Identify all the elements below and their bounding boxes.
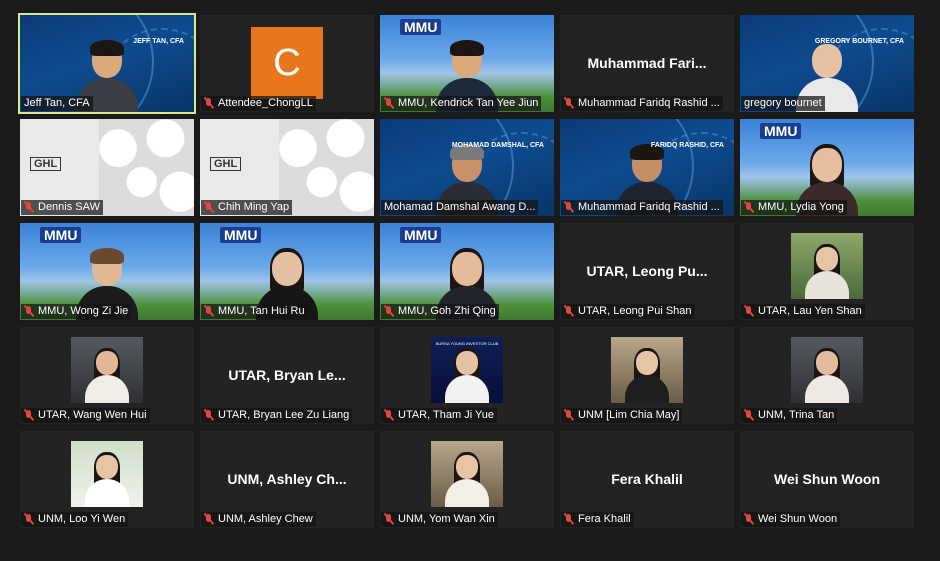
mmu-logo: MMU bbox=[400, 227, 442, 243]
participant-display-name: Fera Khalil bbox=[611, 471, 683, 487]
video-tile-yom-wan-xin[interactable]: UNM, Yom Wan Xin bbox=[380, 431, 554, 528]
mic-muted-icon bbox=[564, 201, 573, 213]
video-tile-trina-tan[interactable]: UNM, Trina Tan bbox=[740, 327, 914, 424]
participant-name-label: Muhammad Faridq Rashid ... bbox=[561, 96, 723, 111]
video-tile-chih-ming-yap[interactable]: GHL Chih Ming Yap bbox=[200, 119, 374, 216]
participant-name-label: UNM, Loo Yi Wen bbox=[21, 512, 129, 527]
participant-name-label: MMU, Kendrick Tan Yee Jiun bbox=[381, 96, 542, 111]
video-tile-loo-yi-wen[interactable]: UNM, Loo Yi Wen bbox=[20, 431, 194, 528]
mic-muted-icon bbox=[204, 305, 213, 317]
participant-name-label: UNM [Lim Chia May] bbox=[561, 408, 683, 423]
participant-name-label: UTAR, Wang Wen Hui bbox=[21, 408, 150, 423]
video-tile-wang-wen-hui[interactable]: UTAR, Wang Wen Hui bbox=[20, 327, 194, 424]
video-tile-lau-yen-shan[interactable]: UTAR, Lau Yen Shan bbox=[740, 223, 914, 320]
mic-muted-icon bbox=[24, 409, 33, 421]
participant-name-label: Attendee_ChongLL bbox=[201, 96, 316, 111]
video-tile-tan-hui-ru[interactable]: MMU MMU, Tan Hui Ru bbox=[200, 223, 374, 320]
gallery-view: JEFF TAN, CFA Jeff Tan, CFA C Attendee_C… bbox=[0, 0, 940, 561]
mic-muted-icon bbox=[24, 201, 33, 213]
participant-name-label: UTAR, Tham Ji Yue bbox=[381, 408, 497, 423]
mic-muted-icon bbox=[24, 513, 33, 525]
participant-display-name: UTAR, Bryan Le... bbox=[228, 367, 346, 383]
mmu-logo: MMU bbox=[400, 19, 442, 35]
mmu-logo: MMU bbox=[40, 227, 82, 243]
profile-photo bbox=[71, 337, 143, 403]
participant-name-label: Fera Khalil bbox=[561, 512, 634, 527]
mic-muted-icon bbox=[564, 409, 573, 421]
mic-muted-icon bbox=[384, 513, 393, 525]
mic-muted-icon bbox=[384, 409, 393, 421]
participant-name-label: Wei Shun Woon bbox=[741, 512, 841, 527]
video-tile-jeff-tan[interactable]: JEFF TAN, CFA Jeff Tan, CFA bbox=[18, 13, 196, 114]
video-tile-wei-shun-woon[interactable]: Wei Shun Woon Wei Shun Woon bbox=[740, 431, 914, 528]
mic-muted-icon bbox=[204, 513, 213, 525]
participant-name-label: UTAR, Lau Yen Shan bbox=[741, 304, 865, 319]
participant-name-label: gregory bournet bbox=[741, 96, 825, 111]
video-tile-tham-ji-yue[interactable]: BURSA YOUNG INVESTOR CLUB UTAR, Tham Ji … bbox=[380, 327, 554, 424]
participant-name-label: Muhammad Faridq Rashid ... bbox=[561, 200, 723, 215]
video-tile-kendrick-tan[interactable]: MMU MMU, Kendrick Tan Yee Jiun bbox=[380, 15, 554, 112]
mic-muted-icon bbox=[384, 97, 393, 109]
participant-name-label: Mohamad Damshal Awang D... bbox=[381, 200, 539, 215]
slide-caption: MOHAMAD DAMSHAL, CFA bbox=[451, 142, 544, 149]
participant-name-label: MMU, Goh Zhi Qing bbox=[381, 304, 499, 319]
video-tile-mohamad-damshal[interactable]: MOHAMAD DAMSHAL, CFA Mohamad Damshal Awa… bbox=[380, 119, 554, 216]
mic-muted-icon bbox=[384, 305, 393, 317]
mic-muted-icon bbox=[564, 513, 573, 525]
video-tile-fera-khalil[interactable]: Fera Khalil Fera Khalil bbox=[560, 431, 734, 528]
participant-name-label: MMU, Tan Hui Ru bbox=[201, 304, 308, 319]
participant-name-label: UNM, Trina Tan bbox=[741, 408, 838, 423]
mic-muted-icon bbox=[744, 513, 753, 525]
participant-display-name: Muhammad Fari... bbox=[587, 55, 707, 71]
participant-name-label: Jeff Tan, CFA bbox=[21, 96, 93, 111]
mic-muted-icon bbox=[744, 201, 753, 213]
video-tile-dennis-saw[interactable]: GHL Dennis SAW bbox=[20, 119, 194, 216]
mic-muted-icon bbox=[204, 97, 213, 109]
video-tile-faridq-2[interactable]: FARIDQ RASHID, CFA Muhammad Faridq Rashi… bbox=[560, 119, 734, 216]
mic-muted-icon bbox=[744, 305, 753, 317]
participant-display-name: UTAR, Leong Pu... bbox=[586, 263, 708, 279]
participant-name-label: UNM, Yom Wan Xin bbox=[381, 512, 498, 527]
ghl-logo: GHL bbox=[210, 157, 242, 171]
video-tile-attendee-chongll[interactable]: C Attendee_ChongLL bbox=[200, 15, 374, 112]
profile-photo bbox=[611, 337, 683, 403]
participant-name-label: UTAR, Bryan Lee Zu Liang bbox=[201, 408, 353, 423]
participant-name-label: MMU, Wong Zi Jie bbox=[21, 304, 132, 319]
participant-display-name: UNM, Ashley Ch... bbox=[227, 471, 347, 487]
slide-caption: GREGORY BOURNET, CFA bbox=[814, 38, 904, 45]
participant-name-label: Dennis SAW bbox=[21, 200, 103, 215]
participant-name-label: UTAR, Leong Pui Shan bbox=[561, 304, 695, 319]
mic-muted-icon bbox=[204, 201, 213, 213]
profile-photo bbox=[71, 441, 143, 507]
slide-caption: FARIDQ RASHID, CFA bbox=[650, 142, 724, 149]
video-tile-lydia-yong[interactable]: MMU MMU, Lydia Yong bbox=[740, 119, 914, 216]
video-tile-bryan-lee[interactable]: UTAR, Bryan Le... UTAR, Bryan Lee Zu Lia… bbox=[200, 327, 374, 424]
participant-name-label: UNM, Ashley Chew bbox=[201, 512, 316, 527]
video-tile-gregory-bournet[interactable]: GREGORY BOURNET, CFA gregory bournet bbox=[740, 15, 914, 112]
mic-muted-icon bbox=[744, 409, 753, 421]
video-tile-leong-pui-shan[interactable]: UTAR, Leong Pu... UTAR, Leong Pui Shan bbox=[560, 223, 734, 320]
mic-muted-icon bbox=[24, 305, 33, 317]
video-tile-goh-zhi-qing[interactable]: MMU MMU, Goh Zhi Qing bbox=[380, 223, 554, 320]
profile-photo bbox=[431, 441, 503, 507]
participant-name-label: MMU, Lydia Yong bbox=[741, 200, 847, 215]
mic-muted-icon bbox=[204, 409, 213, 421]
video-tile-lim-chia-may[interactable]: UNM [Lim Chia May] bbox=[560, 327, 734, 424]
video-tile-faridq-1[interactable]: Muhammad Fari... Muhammad Faridq Rashid … bbox=[560, 15, 734, 112]
mic-muted-icon bbox=[564, 97, 573, 109]
ghl-logo: GHL bbox=[30, 157, 62, 171]
mic-muted-icon bbox=[564, 305, 573, 317]
video-tile-ashley-chew[interactable]: UNM, Ashley Ch... UNM, Ashley Chew bbox=[200, 431, 374, 528]
mmu-logo: MMU bbox=[220, 227, 262, 243]
profile-photo: BURSA YOUNG INVESTOR CLUB bbox=[431, 337, 503, 403]
participant-name-label: Chih Ming Yap bbox=[201, 200, 293, 215]
mmu-logo: MMU bbox=[760, 123, 802, 139]
participant-display-name: Wei Shun Woon bbox=[773, 471, 881, 487]
avatar: C bbox=[251, 27, 323, 99]
profile-photo bbox=[791, 337, 863, 403]
slide-caption: JEFF TAN, CFA bbox=[133, 38, 184, 45]
video-tile-wong-zi-jie[interactable]: MMU MMU, Wong Zi Jie bbox=[20, 223, 194, 320]
profile-photo bbox=[791, 233, 863, 299]
